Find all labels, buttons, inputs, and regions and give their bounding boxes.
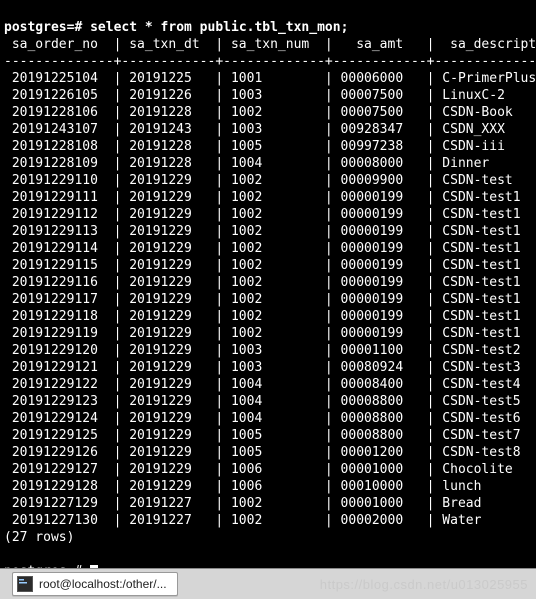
row-count: (27 rows) <box>4 530 74 545</box>
taskbar-window-button[interactable]: root@localhost:/other/... <box>12 572 178 596</box>
prompt: postgres=# <box>4 20 82 35</box>
sql-query: select * from public.tbl_txn_mon; <box>90 20 348 35</box>
terminal-output[interactable]: postgres=# select * from public.tbl_txn_… <box>0 0 536 584</box>
terminal-icon <box>17 576 33 592</box>
table-rows: 20191225104 | 20191225 | 1001 | 00006000… <box>4 71 536 528</box>
table-header: sa_order_no | sa_txn_dt | sa_txn_num | s… <box>4 37 536 52</box>
taskbar-window-label: root@localhost:/other/... <box>39 576 167 593</box>
sql-command-line: postgres=# select * from public.tbl_txn_… <box>4 20 348 35</box>
watermark: https://blog.csdn.net/u013025955 <box>320 576 528 593</box>
table-divider: --------------+------------+------------… <box>4 54 536 69</box>
